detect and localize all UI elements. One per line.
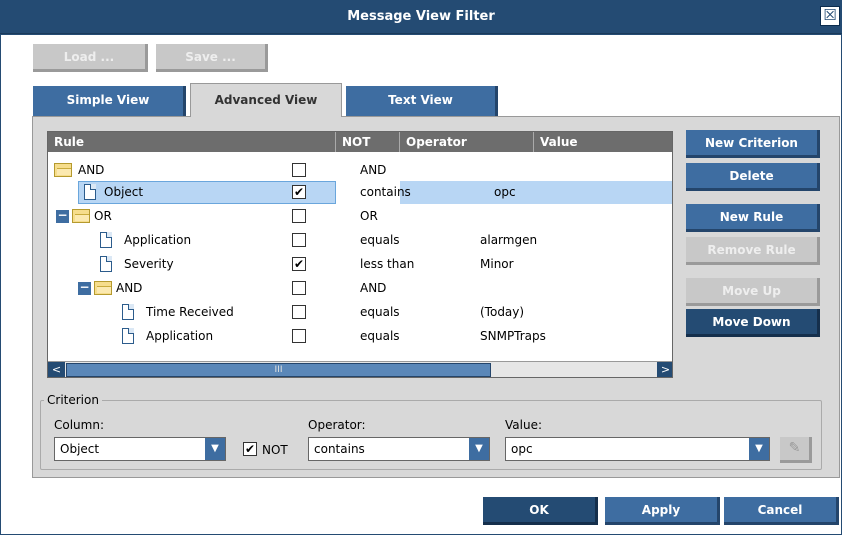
- column-header-not[interactable]: NOT: [336, 132, 400, 152]
- operator-cell: contains: [360, 185, 411, 199]
- scroll-left-icon[interactable]: <: [48, 362, 65, 377]
- rule-cell: Application: [146, 329, 214, 343]
- not-checkbox[interactable]: [292, 329, 306, 343]
- table-row[interactable]: Application equals SNMPTraps: [48, 324, 672, 348]
- column-header-value[interactable]: Value: [534, 132, 672, 152]
- document-icon: [100, 232, 112, 248]
- close-icon[interactable]: ☒: [820, 6, 840, 26]
- folder-icon: [54, 163, 72, 177]
- operator-cell: AND: [360, 281, 387, 295]
- table-row[interactable]: Object ✔ contains opc: [48, 180, 672, 204]
- table-row[interactable]: AND AND: [48, 158, 672, 182]
- move-up-button[interactable]: Move Up: [686, 278, 820, 306]
- document-icon: [84, 184, 96, 200]
- remove-rule-button[interactable]: Remove Rule: [686, 237, 820, 265]
- tab-advanced-view[interactable]: Advanced View: [190, 83, 342, 117]
- scroll-thumb[interactable]: III: [66, 363, 491, 377]
- column-header-operator[interactable]: Operator: [400, 132, 534, 152]
- operator-cell: OR: [360, 209, 378, 223]
- rule-cell: Object: [104, 185, 144, 199]
- operator-cell: equals: [360, 329, 400, 343]
- not-label: NOT: [262, 443, 288, 457]
- row-selection-highlight: [400, 181, 672, 204]
- value-label: Value:: [505, 418, 542, 432]
- load-button[interactable]: Load ...: [33, 44, 148, 72]
- not-checkbox[interactable]: ✔: [292, 185, 306, 199]
- save-button[interactable]: Save ...: [156, 44, 268, 72]
- column-select[interactable]: Object ▼: [54, 437, 226, 461]
- rule-cell: Time Received: [146, 305, 234, 319]
- value-combo-value: opc: [511, 442, 533, 456]
- value-cell: opc: [494, 185, 516, 199]
- new-rule-button[interactable]: New Rule: [686, 204, 820, 232]
- ok-button[interactable]: OK: [483, 497, 598, 525]
- delete-button[interactable]: Delete: [686, 163, 820, 191]
- rule-cell: AND: [116, 281, 143, 295]
- value-cell: (Today): [480, 305, 525, 319]
- not-checkbox[interactable]: [292, 281, 306, 295]
- folder-icon: [94, 281, 112, 295]
- chevron-down-icon[interactable]: ▼: [205, 438, 225, 460]
- operator-cell: equals: [360, 233, 400, 247]
- tab-text-view[interactable]: Text View: [346, 86, 498, 116]
- operator-select-value: contains: [314, 442, 365, 456]
- table-row[interactable]: − OR OR: [48, 204, 672, 228]
- folder-icon: [72, 209, 90, 223]
- picker-icon[interactable]: ✎: [780, 437, 812, 463]
- document-icon: [122, 304, 134, 320]
- rule-cell: AND: [78, 163, 105, 177]
- operator-cell: AND: [360, 163, 387, 177]
- table-row[interactable]: Severity ✔ less than Minor: [48, 252, 672, 276]
- move-down-button[interactable]: Move Down: [686, 309, 820, 337]
- tab-simple-view[interactable]: Simple View: [33, 86, 186, 116]
- not-checkbox[interactable]: [292, 209, 306, 223]
- operator-select[interactable]: contains ▼: [308, 437, 490, 461]
- rule-cell: OR: [94, 209, 112, 223]
- not-checkbox[interactable]: [292, 233, 306, 247]
- document-icon: [122, 328, 134, 344]
- horizontal-scrollbar[interactable]: < III >: [48, 361, 672, 377]
- rule-cell: Application: [124, 233, 192, 247]
- not-checkbox[interactable]: [292, 305, 306, 319]
- collapse-icon[interactable]: −: [78, 281, 91, 295]
- column-header-rule[interactable]: Rule: [48, 132, 336, 152]
- rule-cell: Severity: [124, 257, 174, 271]
- collapse-icon[interactable]: −: [56, 209, 69, 223]
- window-title: Message View Filter: [347, 9, 495, 24]
- not-checkbox[interactable]: [292, 163, 306, 177]
- column-label: Column:: [54, 418, 104, 432]
- not-checkbox[interactable]: ✔: [243, 442, 257, 456]
- chevron-down-icon[interactable]: ▼: [469, 438, 489, 460]
- new-criterion-button[interactable]: New Criterion: [686, 130, 820, 158]
- value-cell: alarmgen: [480, 233, 538, 247]
- table-row[interactable]: Application equals alarmgen: [48, 228, 672, 252]
- document-icon: [100, 256, 112, 272]
- value-cell: SNMPTraps: [480, 329, 546, 343]
- operator-cell: less than: [360, 257, 415, 271]
- cancel-button[interactable]: Cancel: [724, 497, 839, 525]
- table-row[interactable]: Time Received equals (Today): [48, 300, 672, 324]
- rule-table: Rule NOT Operator Value AND AND Object ✔…: [47, 131, 673, 378]
- table-row[interactable]: − AND AND: [48, 276, 672, 300]
- column-select-value: Object: [60, 442, 100, 456]
- criterion-legend: Criterion: [44, 393, 102, 407]
- operator-cell: equals: [360, 305, 400, 319]
- operator-label: Operator:: [308, 418, 366, 432]
- value-cell: Minor: [480, 257, 514, 271]
- apply-button[interactable]: Apply: [605, 497, 720, 525]
- window-titlebar: Message View Filter ☒: [0, 0, 842, 34]
- not-checkbox[interactable]: ✔: [292, 257, 306, 271]
- chevron-down-icon[interactable]: ▼: [749, 438, 769, 460]
- value-combo[interactable]: opc ▼: [505, 437, 770, 461]
- scroll-right-icon[interactable]: >: [657, 362, 672, 377]
